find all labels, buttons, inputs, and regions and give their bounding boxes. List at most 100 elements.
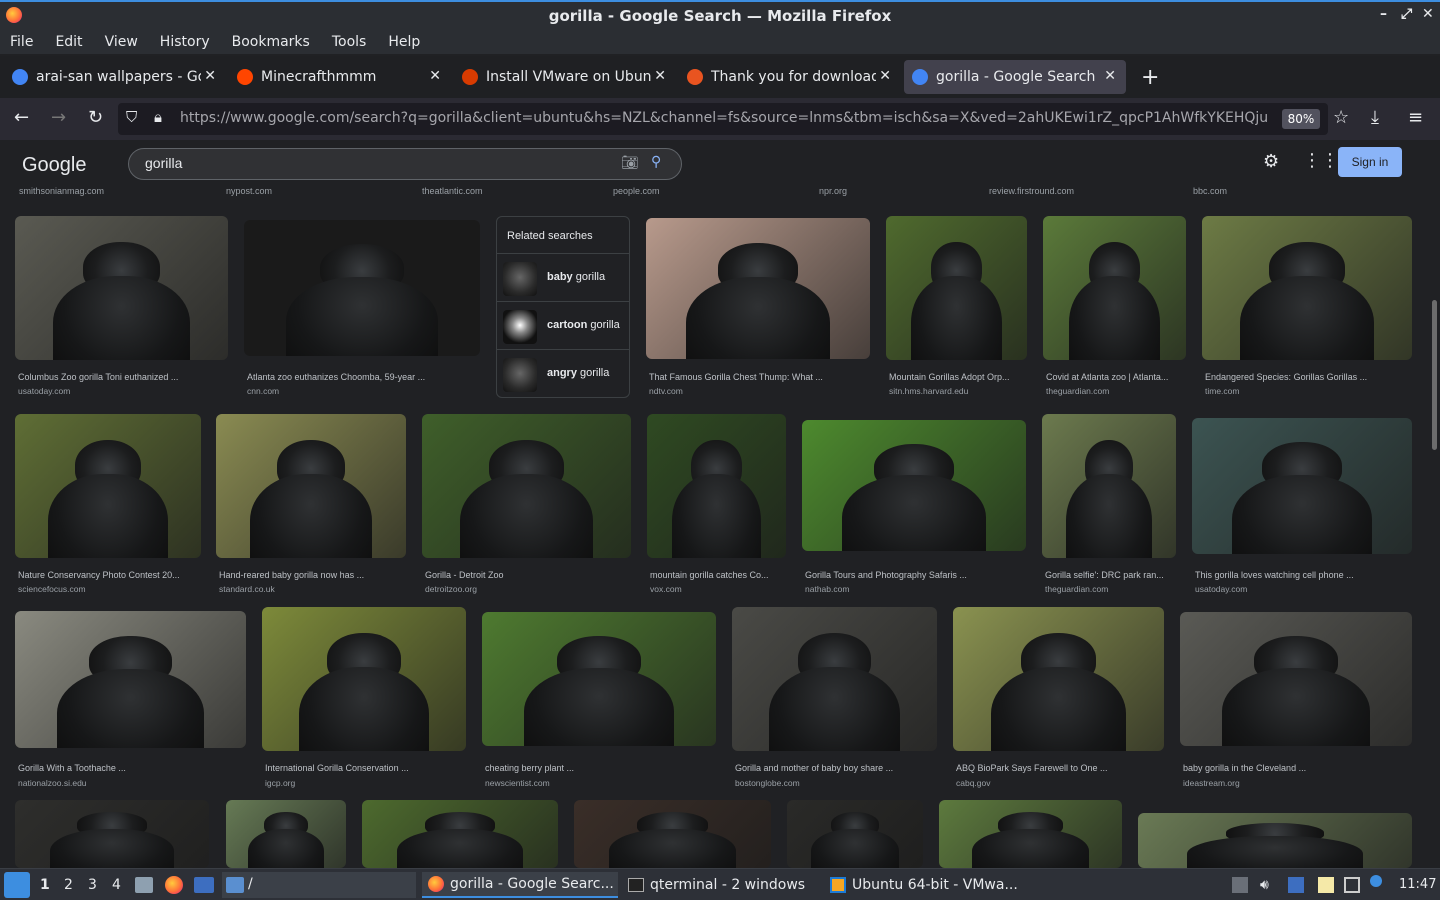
minimize-icon[interactable]: – xyxy=(1380,6,1387,22)
zoom-level-badge[interactable]: 80% xyxy=(1282,109,1320,129)
image-thumbnail[interactable] xyxy=(226,800,346,868)
task-firefox[interactable]: gorilla - Google Searc... xyxy=(422,872,618,898)
image-caption[interactable]: This gorilla loves watching cell phone .… xyxy=(1195,570,1411,580)
image-caption[interactable]: Nature Conservancy Photo Contest 20... xyxy=(18,570,200,580)
image-thumbnail[interactable] xyxy=(1043,216,1186,360)
image-source[interactable]: sciencefocus.com xyxy=(18,584,86,594)
start-menu-icon[interactable] xyxy=(4,872,30,898)
tray-info-icon[interactable] xyxy=(1370,875,1382,887)
menu-bookmarks[interactable]: Bookmarks xyxy=(232,34,310,50)
tab-install-vmware[interactable]: Install VMware on Ubuntu ✕ xyxy=(454,60,676,94)
scrollbar-thumb[interactable] xyxy=(1432,300,1437,450)
tray-network-icon[interactable] xyxy=(1288,877,1304,893)
image-thumbnail[interactable] xyxy=(15,414,201,558)
tray-notes-icon[interactable] xyxy=(1318,877,1334,893)
close-tab-icon[interactable]: ✕ xyxy=(429,68,441,84)
tab-minecraft[interactable]: Minecrafthmmm ✕ xyxy=(229,60,451,94)
image-source[interactable]: nationalzoo.si.edu xyxy=(18,778,87,788)
image-source[interactable]: theguardian.com xyxy=(1046,386,1109,396)
image-thumbnail[interactable] xyxy=(1202,216,1412,360)
forward-arrow-icon[interactable]: → xyxy=(51,107,66,128)
related-item-baby-gorilla[interactable]: baby gorilla xyxy=(497,253,629,301)
workspace-3[interactable]: 3 xyxy=(88,877,97,893)
firefox-launcher-icon[interactable] xyxy=(165,876,183,894)
image-source[interactable]: cnn.com xyxy=(247,386,279,396)
image-thumbnail[interactable] xyxy=(422,414,631,558)
path-launcher[interactable]: / xyxy=(222,872,416,898)
close-tab-icon[interactable]: ✕ xyxy=(654,68,666,84)
source-label[interactable]: theatlantic.com xyxy=(422,186,483,196)
image-caption[interactable]: That Famous Gorilla Chest Thump: What ..… xyxy=(649,372,869,382)
image-thumbnail[interactable] xyxy=(886,216,1027,360)
settings-gear-icon[interactable]: ⚙ xyxy=(1263,151,1279,172)
image-source[interactable]: usatoday.com xyxy=(1195,584,1247,594)
image-thumbnail[interactable] xyxy=(939,800,1122,868)
url-field[interactable]: ⛉ 🔒︎ https://www.google.com/search?q=gor… xyxy=(118,103,1328,135)
image-caption[interactable]: Covid at Atlanta zoo | Atlanta... xyxy=(1046,372,1185,382)
image-thumbnail[interactable] xyxy=(216,414,406,558)
image-caption[interactable]: Hand-reared baby gorilla now has ... xyxy=(219,570,405,580)
image-thumbnail[interactable] xyxy=(362,800,558,868)
menu-edit[interactable]: Edit xyxy=(55,34,82,50)
menu-tools[interactable]: Tools xyxy=(332,34,367,50)
image-caption[interactable]: cheating berry plant ... xyxy=(485,763,715,773)
image-thumbnail[interactable] xyxy=(732,607,937,751)
source-label[interactable]: people.com xyxy=(613,186,660,196)
image-source[interactable]: bostonglobe.com xyxy=(735,778,800,788)
workspace-2[interactable]: 2 xyxy=(64,877,73,893)
image-caption[interactable]: Gorilla Tours and Photography Safaris ..… xyxy=(805,570,1025,580)
image-caption[interactable]: Endangered Species: Gorillas Gorillas ..… xyxy=(1205,372,1411,382)
image-caption[interactable]: Gorilla and mother of baby boy share ... xyxy=(735,763,936,773)
close-tab-icon[interactable]: ✕ xyxy=(204,68,216,84)
task-qterminal[interactable]: qterminal - 2 windows xyxy=(622,872,818,898)
volume-icon[interactable]: 🔊︎ xyxy=(1260,877,1269,893)
image-thumbnail[interactable] xyxy=(787,800,923,868)
image-thumbnail[interactable] xyxy=(574,800,771,868)
image-caption[interactable]: Gorilla - Detroit Zoo xyxy=(425,570,630,580)
bookmark-star-icon[interactable]: ☆ xyxy=(1333,107,1349,128)
camera-icon[interactable]: 📷︎ xyxy=(621,155,639,171)
image-source[interactable]: cabq.gov xyxy=(956,778,991,788)
image-thumbnail[interactable] xyxy=(953,607,1164,751)
image-source[interactable]: time.com xyxy=(1205,386,1239,396)
google-logo[interactable]: Google xyxy=(22,154,87,177)
close-window-icon[interactable]: ✕ xyxy=(1422,6,1434,22)
image-caption[interactable]: Columbus Zoo gorilla Toni euthanized ... xyxy=(18,372,227,382)
menu-hamburger-icon[interactable]: ≡ xyxy=(1408,107,1423,128)
image-source[interactable]: sitn.hms.harvard.edu xyxy=(889,386,968,396)
image-thumbnail[interactable] xyxy=(646,218,870,359)
image-caption[interactable]: International Gorilla Conservation ... xyxy=(265,763,465,773)
lock-icon[interactable]: 🔒︎ xyxy=(154,108,162,126)
image-source[interactable]: theguardian.com xyxy=(1045,584,1108,594)
image-source[interactable]: nathab.com xyxy=(805,584,849,594)
image-source[interactable]: ideastream.org xyxy=(1183,778,1240,788)
image-source[interactable]: vox.com xyxy=(650,584,682,594)
tray-display-icon[interactable] xyxy=(1344,877,1360,893)
desktop-icon[interactable] xyxy=(194,877,214,893)
image-caption[interactable]: mountain gorilla catches Co... xyxy=(650,570,785,580)
menu-view[interactable]: View xyxy=(105,34,138,50)
image-thumbnail[interactable] xyxy=(1138,813,1412,868)
image-thumbnail[interactable] xyxy=(15,611,246,748)
image-thumbnail[interactable] xyxy=(802,420,1026,551)
close-tab-icon[interactable]: ✕ xyxy=(879,68,891,84)
image-thumbnail[interactable] xyxy=(15,216,228,360)
task-vmware[interactable]: Ubuntu 64-bit - VMwa... xyxy=(824,872,1024,898)
image-source[interactable]: ndtv.com xyxy=(649,386,683,396)
source-label[interactable]: npr.org xyxy=(819,186,847,196)
image-thumbnail[interactable] xyxy=(1192,418,1412,554)
page-scrollbar[interactable] xyxy=(1430,200,1438,868)
search-box[interactable]: 📷︎ ⚲ xyxy=(128,148,682,180)
reload-icon[interactable]: ↻ xyxy=(88,107,103,128)
image-caption[interactable]: ABQ BioPark Says Farewell to One ... xyxy=(956,763,1163,773)
image-source[interactable]: usatoday.com xyxy=(18,386,70,396)
back-arrow-icon[interactable]: ← xyxy=(14,107,29,128)
image-thumbnail[interactable] xyxy=(482,612,716,746)
image-caption[interactable]: Gorilla With a Toothache ... xyxy=(18,763,245,773)
source-label[interactable]: bbc.com xyxy=(1193,186,1227,196)
close-tab-icon[interactable]: ✕ xyxy=(1104,68,1116,84)
image-source[interactable]: igcp.org xyxy=(265,778,295,788)
image-source[interactable]: standard.co.uk xyxy=(219,584,275,594)
tab-thank-you[interactable]: Thank you for downloadi ✕ xyxy=(679,60,901,94)
image-caption[interactable]: baby gorilla in the Cleveland ... xyxy=(1183,763,1411,773)
